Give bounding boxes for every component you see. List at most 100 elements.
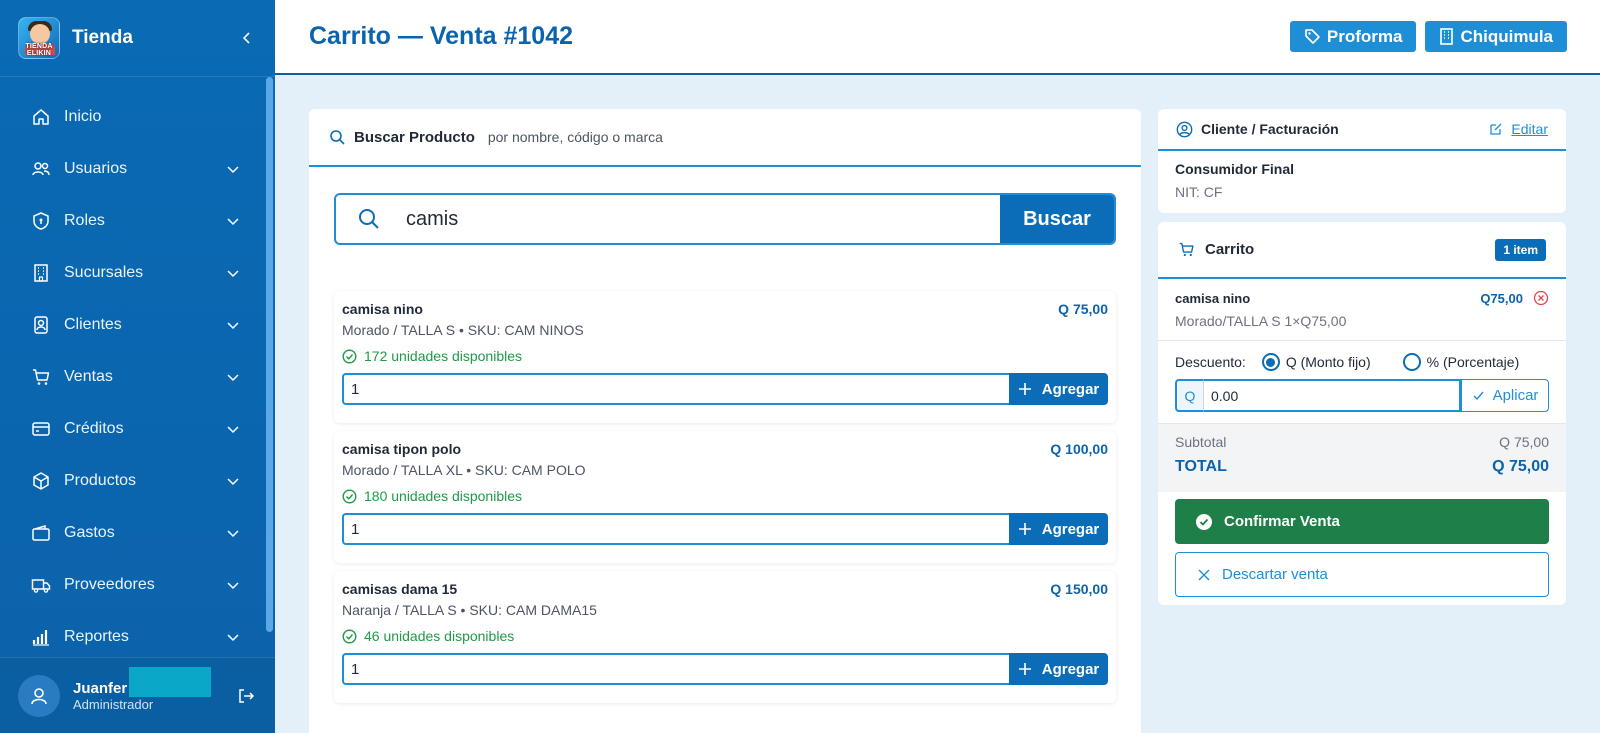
cart-item-price: Q75,00 xyxy=(1480,290,1523,306)
chevron-down-icon xyxy=(227,526,241,540)
sidebar-item-label: Roles xyxy=(64,212,105,229)
add-to-cart-button[interactable]: Agregar xyxy=(1009,373,1108,405)
sidebar-item-label: Gastos xyxy=(64,524,115,541)
edit-client-link[interactable]: Editar xyxy=(1489,121,1548,137)
chevron-down-icon xyxy=(227,578,241,592)
product-card: camisas dama 15 Q 150,00 Naranja / TALLA… xyxy=(334,571,1116,703)
building-icon xyxy=(1440,28,1454,45)
search-input[interactable] xyxy=(402,195,1000,243)
stock-text: 172 unidades disponibles xyxy=(364,348,523,364)
sidebar-item-label: Ventas xyxy=(64,368,113,385)
discount-label: Descuento: xyxy=(1175,354,1246,370)
check-icon xyxy=(1473,391,1484,401)
check-circle-icon xyxy=(342,628,357,644)
discount-percent-radio[interactable] xyxy=(1402,353,1421,371)
cart-item: camisa nino Q75,00 Morado/TALLA S 1×Q75,… xyxy=(1158,279,1566,341)
product-price: Q 100,00 xyxy=(1050,441,1108,457)
store-logo[interactable]: TIENDA ELIKIN xyxy=(18,17,60,59)
sidebar-item-gastos[interactable]: Gastos xyxy=(0,507,275,559)
subtotal-label: Subtotal xyxy=(1175,434,1227,450)
discount-input[interactable] xyxy=(1203,379,1461,412)
quantity-input[interactable] xyxy=(342,373,1009,405)
stock-status: 180 unidades disponibles xyxy=(342,488,1108,504)
sidebar-item-label: Clientes xyxy=(64,316,122,333)
discard-sale-button[interactable]: Descartar venta xyxy=(1175,552,1549,597)
user-circle-icon xyxy=(1176,121,1193,137)
branch-label: Chiquimula xyxy=(1460,26,1553,46)
apply-discount-button[interactable]: Aplicar xyxy=(1461,379,1549,412)
stock-text: 180 unidades disponibles xyxy=(364,488,523,504)
collapse-sidebar-button[interactable] xyxy=(237,28,257,48)
quantity-input[interactable] xyxy=(342,653,1009,685)
box-icon xyxy=(30,470,52,492)
proforma-label: Proforma xyxy=(1326,26,1403,46)
user-icon xyxy=(31,687,47,704)
add-to-cart-button[interactable]: Agregar xyxy=(1009,653,1108,685)
quantity-input[interactable] xyxy=(342,513,1009,545)
plus-icon xyxy=(1018,523,1031,535)
product-name: camisa nino xyxy=(342,301,423,317)
truck-icon xyxy=(30,574,52,596)
sidebar-item-usuarios[interactable]: Usuarios xyxy=(0,143,275,195)
search-button[interactable]: Buscar xyxy=(1000,195,1114,243)
redacted-block xyxy=(129,667,212,697)
product-price: Q 75,00 xyxy=(1058,301,1108,317)
stock-status: 46 unidades disponibles xyxy=(342,628,1108,644)
sidebar-item-proveedores[interactable]: Proveedores xyxy=(0,559,275,611)
user-panel: Juanfer Administrador xyxy=(0,657,275,733)
check-circle-icon xyxy=(342,488,357,504)
contact-icon xyxy=(30,314,52,336)
sidebar-item-creditos[interactable]: Créditos xyxy=(0,403,275,455)
sidebar-item-productos[interactable]: Productos xyxy=(0,455,275,507)
sidebar-item-clientes[interactable]: Clientes xyxy=(0,299,275,351)
page-header: Carrito — Venta #1042 Proforma Chiquimul… xyxy=(275,0,1600,75)
discount-fixed-radio[interactable] xyxy=(1261,353,1280,371)
add-label: Agregar xyxy=(1041,380,1100,398)
bar-chart-icon xyxy=(30,626,52,648)
sidebar-item-reportes[interactable]: Reportes xyxy=(0,611,275,663)
proforma-button[interactable]: Proforma xyxy=(1289,21,1417,52)
chevron-down-icon xyxy=(227,630,241,644)
confirm-sale-button[interactable]: Confirmar Venta xyxy=(1175,499,1549,544)
product-meta: Naranja / TALLA S • SKU: CAM DAMA15 xyxy=(342,602,597,618)
chevron-down-icon xyxy=(227,422,241,436)
client-title: Cliente / Facturación xyxy=(1201,121,1339,137)
chevron-down-icon xyxy=(227,318,241,332)
discount-fixed-label: Q (Monto fijo) xyxy=(1285,354,1371,370)
edit-icon xyxy=(1490,123,1502,135)
credit-card-icon xyxy=(30,418,52,440)
sidebar-item-sucursales[interactable]: Sucursales xyxy=(0,247,275,299)
avatar[interactable] xyxy=(18,674,60,717)
product-meta: Morado / TALLA S • SKU: CAM NINOS xyxy=(342,322,584,338)
product-price: Q 150,00 xyxy=(1050,581,1108,597)
logout-icon xyxy=(239,688,255,703)
page-title: Carrito — Venta #1042 xyxy=(309,22,574,50)
discount-percent-label: % (Porcentaje) xyxy=(1426,354,1520,370)
building-icon xyxy=(30,262,52,284)
tag-icon xyxy=(1305,29,1320,44)
branch-button[interactable]: Chiquimula xyxy=(1425,21,1567,52)
client-header: Cliente / Facturación Editar xyxy=(1158,109,1566,151)
sidebar-header: TIENDA ELIKIN Tienda xyxy=(0,0,275,77)
add-label: Agregar xyxy=(1041,520,1100,538)
plus-icon xyxy=(1018,663,1031,675)
logout-button[interactable] xyxy=(235,685,257,707)
sidebar-nav: Inicio Usuarios Roles Sucursales Cliente… xyxy=(0,77,275,663)
check-circle-icon xyxy=(1196,513,1212,530)
cart-count-badge: 1 item xyxy=(1495,238,1546,261)
close-icon xyxy=(1198,569,1210,580)
sidebar-item-roles[interactable]: Roles xyxy=(0,195,275,247)
add-to-cart-button[interactable]: Agregar xyxy=(1009,513,1108,545)
cart-icon xyxy=(1179,242,1194,257)
chevron-down-icon xyxy=(227,266,241,280)
sidebar-item-label: Usuarios xyxy=(64,160,128,177)
brand-name: Tienda xyxy=(72,27,133,48)
sidebar-scrollbar[interactable] xyxy=(266,77,273,632)
sidebar-item-label: Inicio xyxy=(64,108,102,125)
sidebar-item-label: Productos xyxy=(64,472,137,489)
sidebar-item-inicio[interactable]: Inicio xyxy=(0,91,275,143)
home-icon xyxy=(30,106,52,128)
sidebar-item-ventas[interactable]: Ventas xyxy=(0,351,275,403)
search-panel-title: Buscar Producto xyxy=(354,128,475,146)
remove-item-icon[interactable] xyxy=(1533,290,1549,306)
